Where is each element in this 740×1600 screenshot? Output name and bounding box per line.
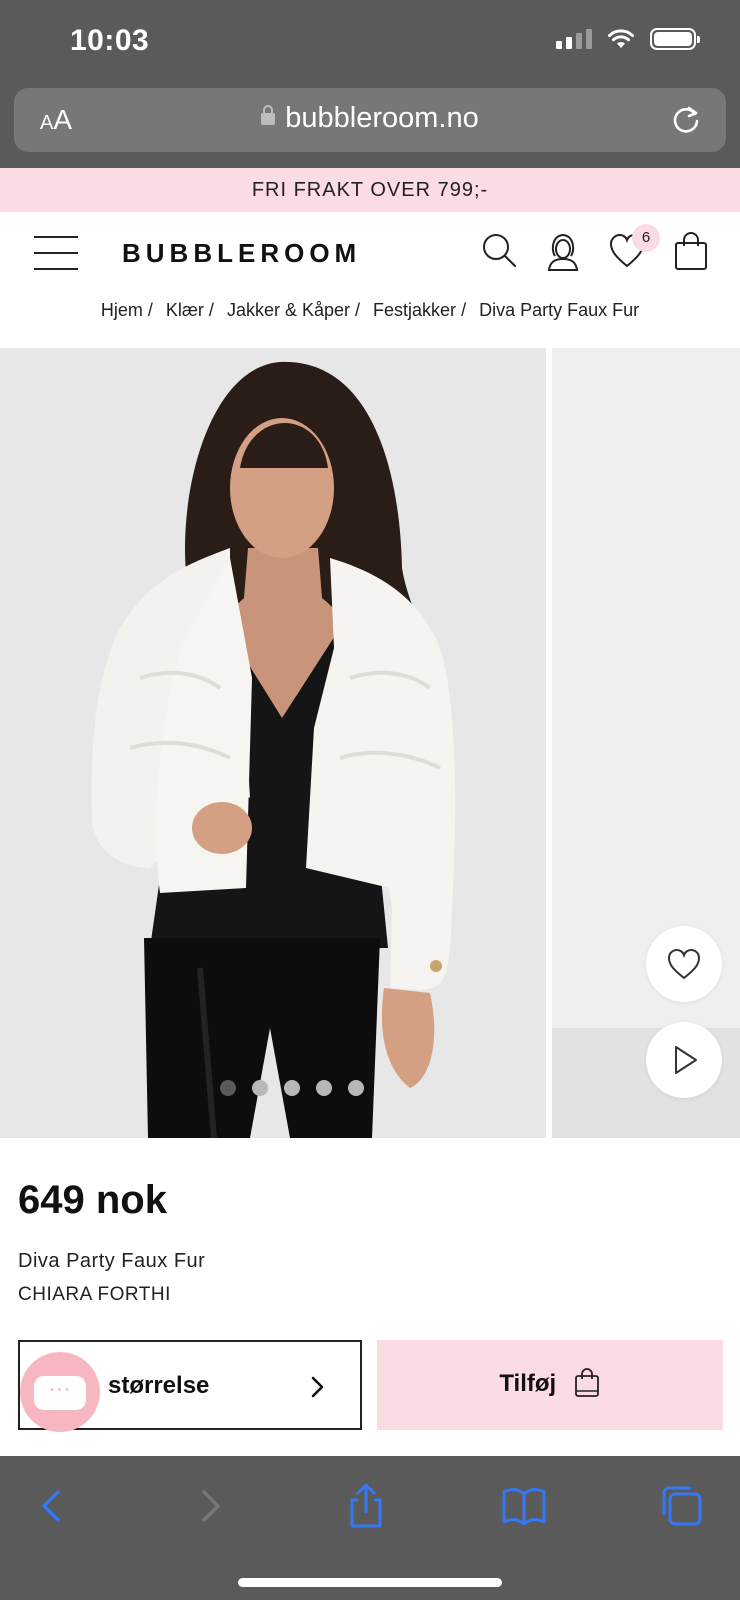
- product-price: 649 nok: [18, 1178, 167, 1222]
- wifi-icon: [608, 29, 634, 48]
- product-image-gallery[interactable]: [0, 348, 740, 1138]
- free-shipping-banner: FRI FRAKT OVER 799;-: [0, 168, 740, 212]
- breadcrumb: Hjem / Klær / Jakker & Kåper / Festjakker / …: [0, 300, 740, 321]
- add-button-label: Tilføj: [499, 1370, 557, 1397]
- browser-top-chrome: 10:03 AA bubbleroom.no: [0, 0, 740, 168]
- status-icons: [556, 28, 700, 50]
- status-time: 10:03: [70, 24, 150, 57]
- site-logo[interactable]: BUBBLEROOM: [122, 238, 361, 269]
- size-button-label: størrelse: [108, 1372, 210, 1399]
- gallery-pagination-dots: [220, 1080, 364, 1096]
- search-icon[interactable]: [480, 230, 518, 272]
- shopping-bag-icon: [574, 1368, 599, 1397]
- next-product-photo-peek[interactable]: [552, 348, 740, 1138]
- breadcrumb-item[interactable]: Hjem: [101, 300, 143, 320]
- wishlist-count-badge: 6: [632, 224, 660, 252]
- breadcrumb-separator: /: [461, 300, 467, 320]
- add-to-cart-button[interactable]: Tilføj: [377, 1340, 723, 1430]
- menu-icon[interactable]: [34, 236, 78, 270]
- url-bar[interactable]: AA bubbleroom.no: [14, 88, 726, 152]
- product-photo[interactable]: [0, 348, 546, 1138]
- wishlist-button[interactable]: 6: [608, 224, 660, 272]
- pagination-dot[interactable]: [252, 1080, 268, 1096]
- pagination-dot[interactable]: [284, 1080, 300, 1096]
- forward-icon[interactable]: [186, 1482, 234, 1530]
- product-brand[interactable]: CHIARA FORTHI: [18, 1284, 171, 1306]
- cellular-signal-icon: [556, 29, 592, 49]
- bookmarks-icon[interactable]: [500, 1482, 548, 1530]
- tabs-icon[interactable]: [658, 1482, 706, 1530]
- play-video-button[interactable]: [646, 1022, 722, 1098]
- site-header: BUBBLEROOM 6: [0, 212, 740, 292]
- home-indicator[interactable]: [238, 1578, 502, 1587]
- back-icon[interactable]: [28, 1482, 76, 1530]
- battery-icon: [650, 28, 700, 50]
- breadcrumb-item[interactable]: Festjakker: [373, 300, 456, 320]
- pagination-dot[interactable]: [220, 1080, 236, 1096]
- shopping-bag-icon[interactable]: [672, 230, 710, 272]
- chat-button[interactable]: ···: [20, 1352, 100, 1432]
- breadcrumb-item[interactable]: Klær: [166, 300, 204, 320]
- breadcrumb-separator: /: [355, 300, 361, 320]
- breadcrumb-current[interactable]: Diva Party Faux Fur: [479, 300, 639, 320]
- account-icon[interactable]: [544, 230, 582, 272]
- play-icon: [675, 1046, 697, 1074]
- breadcrumb-separator: /: [147, 300, 153, 320]
- breadcrumb-separator: /: [208, 300, 214, 320]
- chat-icon: ···: [34, 1376, 86, 1410]
- product-name: Diva Party Faux Fur: [18, 1250, 206, 1272]
- chevron-right-icon: [311, 1376, 324, 1398]
- reload-icon[interactable]: [668, 102, 704, 138]
- header-icons: 6: [480, 224, 710, 272]
- lock-icon: [261, 105, 276, 125]
- breadcrumb-item[interactable]: Jakker & Kåper: [227, 300, 350, 320]
- add-to-wishlist-button[interactable]: [646, 926, 722, 1002]
- model-in-white-faux-fur-jacket-image: [0, 348, 546, 1138]
- share-icon[interactable]: [342, 1482, 390, 1530]
- pagination-dot[interactable]: [348, 1080, 364, 1096]
- pagination-dot[interactable]: [316, 1080, 332, 1096]
- heart-icon: [667, 948, 701, 980]
- url-text[interactable]: bubbleroom.no: [14, 102, 726, 135]
